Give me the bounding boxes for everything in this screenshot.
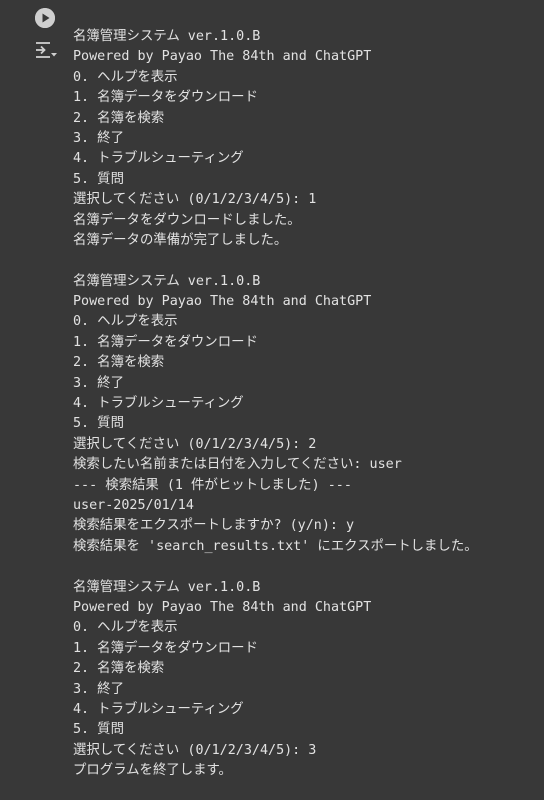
output-line: 選択してください (0/1/2/3/4/5): 2	[73, 436, 317, 452]
output-line: 5. 質問	[73, 416, 124, 432]
output-line: 2. 名簿を検索	[73, 110, 165, 126]
output-line: 1. 名簿データをダウンロード	[73, 640, 258, 656]
output-line: 2. 名簿を検索	[73, 355, 165, 371]
output-line: Powered by Payao The 84th and ChatGPT	[73, 294, 372, 310]
output-line: 0. ヘルプを表示	[73, 620, 178, 636]
output-line: user-2025/01/14	[73, 497, 194, 513]
output-line: 4. トラブルシューティング	[73, 396, 244, 412]
output-line: 検索結果を 'search_results.txt' にエクスポートしました。	[73, 538, 478, 554]
output-line: 名簿管理システム ver.1.0.B	[73, 579, 261, 595]
output-line: 5. 質問	[73, 171, 124, 187]
output-line: 名簿管理システム ver.1.0.B	[73, 273, 261, 289]
output-line: 4. トラブルシューティング	[73, 151, 244, 167]
output-line: 名簿データの準備が完了しました。	[73, 232, 288, 248]
output-line: 名簿データをダウンロードしました。	[73, 212, 301, 228]
output-line: 名簿管理システム ver.1.0.B	[73, 29, 261, 44]
output-line: Powered by Payao The 84th and ChatGPT	[73, 599, 372, 615]
output-line: 検索したい名前または日付を入力してください: user	[73, 457, 402, 473]
output-line: 1. 名簿データをダウンロード	[73, 90, 258, 106]
output-line: 4. トラブルシューティング	[73, 701, 244, 717]
play-circle-icon	[35, 8, 55, 28]
output-line: 3. 終了	[73, 375, 124, 391]
output-line: Powered by Payao The 84th and ChatGPT	[73, 49, 372, 65]
notebook-cell: 名簿管理システム ver.1.0.B Powered by Payao The 8…	[0, 0, 544, 800]
output-line: --- 検索結果 (1 件がヒットしました) ---	[73, 477, 352, 493]
output-line: 5. 質問	[73, 722, 124, 738]
output-line: 検索結果をエクスポートしますか? (y/n): y	[73, 518, 355, 534]
cell-output: 名簿管理システム ver.1.0.B Powered by Payao The 8…	[73, 27, 539, 781]
output-line: 2. 名簿を検索	[73, 661, 165, 677]
output-line: 選択してください (0/1/2/3/4/5): 1	[73, 192, 317, 208]
output-line: プログラムを終了します。	[73, 763, 232, 779]
cell-gutter	[0, 0, 64, 800]
output-toggle-button[interactable]	[34, 40, 58, 62]
output-line: 0. ヘルプを表示	[73, 314, 178, 330]
output-toggle-icon	[36, 42, 57, 58]
output-line: 選択してください (0/1/2/3/4/5): 3	[73, 742, 317, 758]
output-line: 1. 名簿データをダウンロード	[73, 334, 258, 350]
output-line: 3. 終了	[73, 681, 124, 697]
output-line: 0. ヘルプを表示	[73, 69, 178, 85]
output-line: 3. 終了	[73, 130, 124, 146]
run-cell-button[interactable]	[35, 8, 55, 28]
